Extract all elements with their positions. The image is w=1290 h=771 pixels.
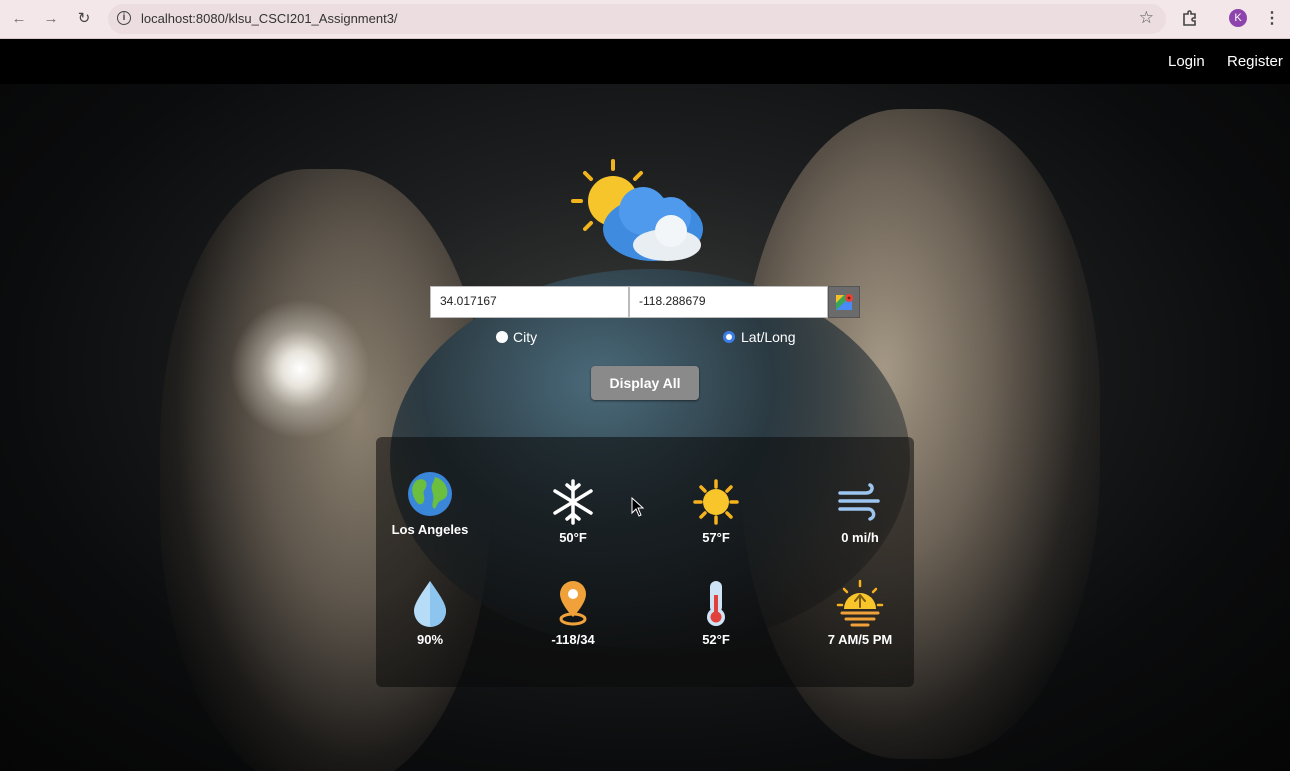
thermometer-icon xyxy=(707,581,725,626)
latlong-radio[interactable] xyxy=(723,331,735,343)
display-all-button[interactable]: Display All xyxy=(591,366,699,400)
latlong-radio-label[interactable]: Lat/Long xyxy=(741,329,796,345)
wind-value: 0 mi/h xyxy=(841,530,879,545)
partly-cloudy-logo-icon xyxy=(571,159,703,261)
low-temp-cell: 50°F xyxy=(513,479,633,546)
address-bar[interactable]: i localhost:8080/klsu_CSCI201_Assignment… xyxy=(108,4,1166,34)
sunrise-icon xyxy=(836,579,884,627)
city-radio-label[interactable]: City xyxy=(513,329,537,345)
address-url[interactable]: localhost:8080/klsu_CSCI201_Assignment3/ xyxy=(141,11,398,26)
high-temp-value: 57°F xyxy=(702,530,730,545)
wind-icon xyxy=(838,483,880,521)
extensions-puzzle-icon[interactable] xyxy=(1181,9,1199,27)
forward-arrow-icon[interactable]: → xyxy=(41,9,61,29)
city-name: Los Angeles xyxy=(391,522,469,537)
location-pin-icon xyxy=(559,581,587,626)
background-sun-flare xyxy=(230,299,370,439)
low-temp-value: 50°F xyxy=(559,530,587,545)
bookmark-star-icon[interactable]: ☆ xyxy=(1139,8,1154,28)
sunrise-sunset-value: 7 AM/5 PM xyxy=(827,632,893,647)
globe-icon xyxy=(408,472,452,516)
sun-icon xyxy=(693,479,739,525)
high-temp-cell: 57°F xyxy=(656,479,776,546)
humidity-cell: 90% xyxy=(370,579,490,648)
mouse-cursor-icon xyxy=(631,497,645,517)
longitude-input[interactable]: -118.288679 xyxy=(629,286,828,318)
back-arrow-icon[interactable]: ← xyxy=(9,9,29,29)
top-nav-bar: Login Register xyxy=(0,39,1290,84)
google-maps-icon xyxy=(836,294,853,310)
wind-cell: 0 mi/h xyxy=(800,479,920,546)
site-info-icon[interactable]: i xyxy=(117,11,131,25)
city-cell: Los Angeles xyxy=(370,471,490,538)
city-radio[interactable] xyxy=(496,331,508,343)
reload-icon[interactable]: ↻ xyxy=(74,9,94,29)
snowflake-icon xyxy=(553,479,593,525)
browser-menu-icon[interactable]: ⋮ xyxy=(1264,8,1280,28)
sunrise-sunset-cell: 7 AM/5 PM xyxy=(800,579,920,648)
login-link[interactable]: Login xyxy=(1168,53,1205,70)
coordinates-cell: -118/34 xyxy=(513,579,633,648)
latitude-input[interactable]: 34.017167 xyxy=(430,286,629,318)
current-temp-cell: 52°F xyxy=(656,579,776,648)
profile-avatar[interactable]: K xyxy=(1229,9,1247,27)
water-drop-icon xyxy=(414,581,446,627)
register-link[interactable]: Register xyxy=(1227,53,1283,70)
weather-page: Login Register 34.017167 -118.288679 Cit… xyxy=(0,39,1290,771)
map-picker-button[interactable] xyxy=(828,286,860,318)
coordinates-value: -118/34 xyxy=(551,632,595,647)
browser-toolbar: ← → ↻ i localhost:8080/klsu_CSCI201_Assi… xyxy=(0,0,1290,39)
current-temp-value: 52°F xyxy=(702,632,730,647)
humidity-value: 90% xyxy=(416,632,444,647)
